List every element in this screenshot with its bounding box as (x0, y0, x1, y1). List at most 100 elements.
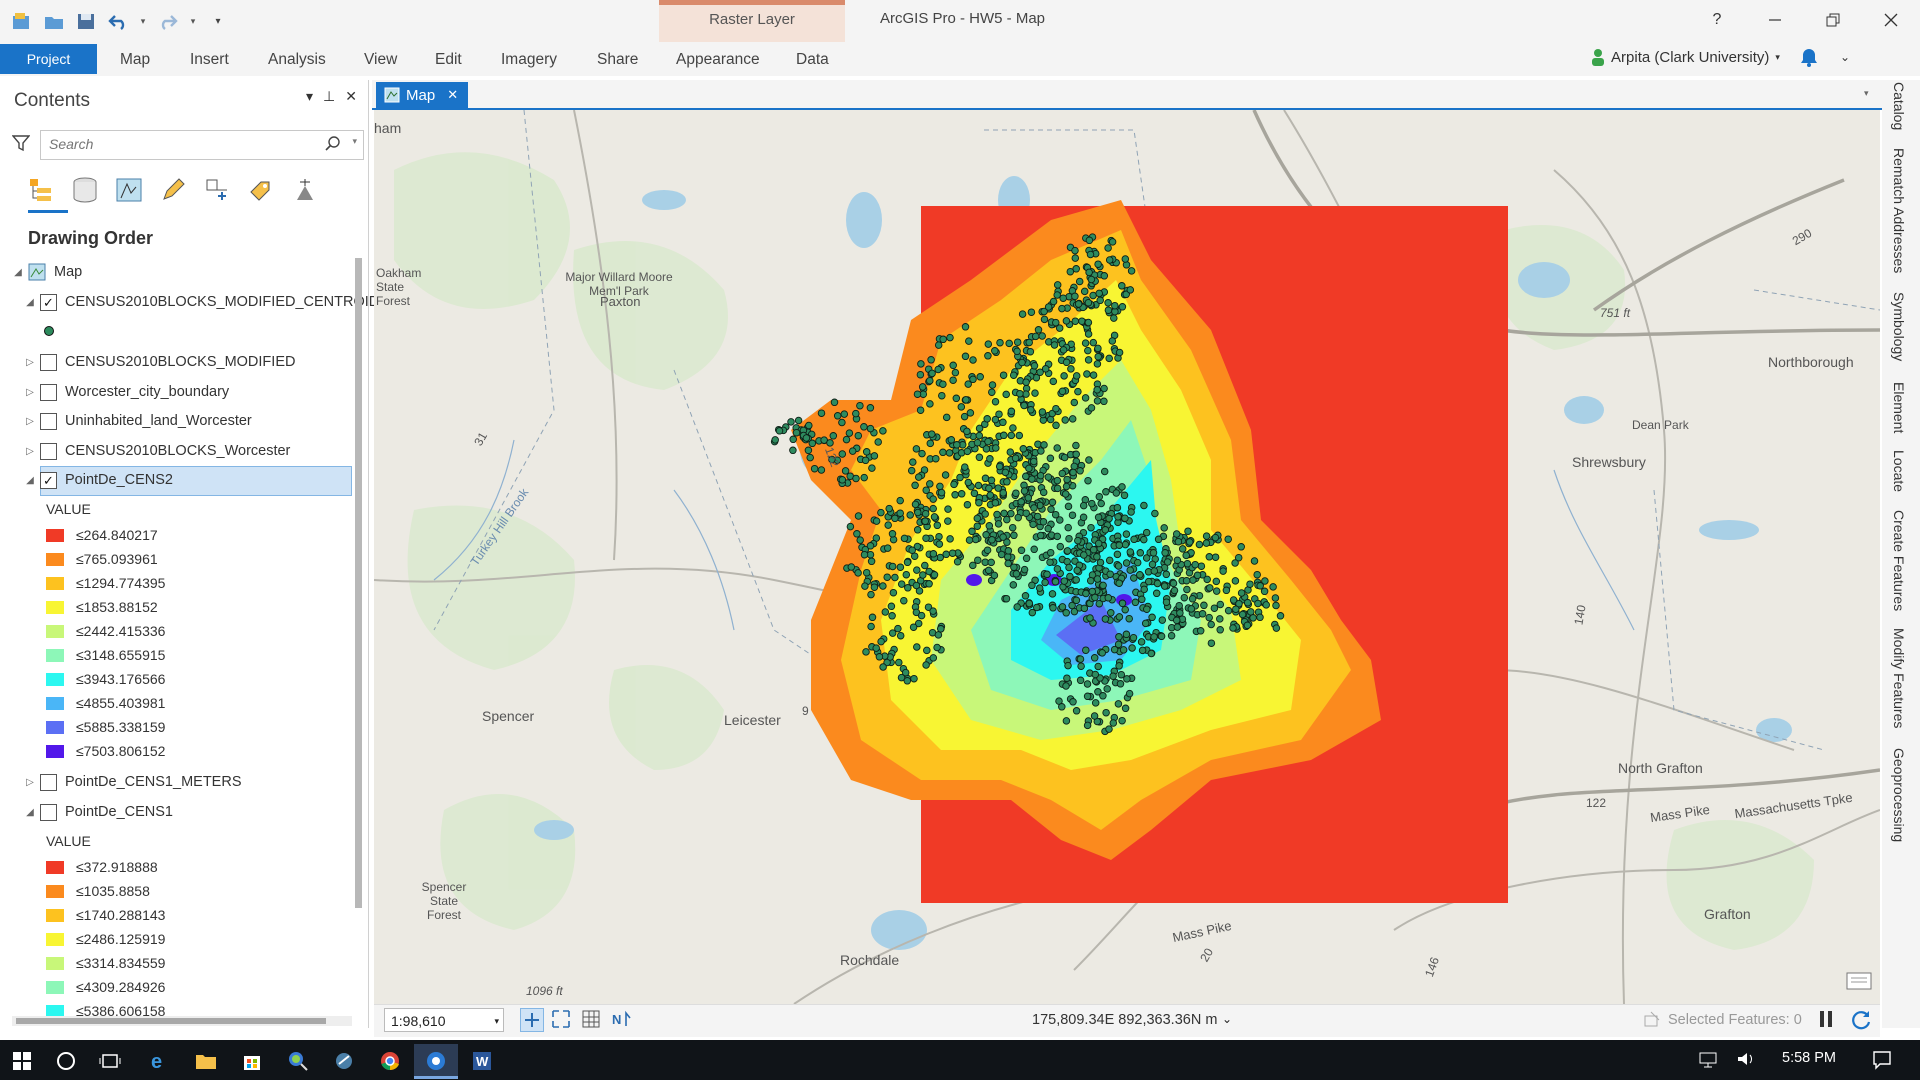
tab-share[interactable]: Share (597, 48, 638, 74)
legend-swatch[interactable] (46, 744, 64, 758)
legend-swatch[interactable] (46, 600, 64, 614)
search-dropdown-icon[interactable]: ▾ (352, 136, 357, 147)
tab-element-pane[interactable]: Element (1891, 382, 1907, 433)
tab-insert[interactable]: Insert (190, 48, 229, 74)
user-account[interactable]: Arpita (Clark University) ▾ ⌄ (1591, 46, 1850, 68)
open-project-icon[interactable] (42, 9, 66, 33)
layer-row[interactable]: ◢ ✓ CENSUS2010BLOCKS_MODIFIED_CENTROID (24, 288, 379, 316)
pause-drawing-icon[interactable] (1818, 1008, 1834, 1030)
legend-class-row[interactable]: ≤7503.806152 (46, 740, 165, 762)
scrollbar-thumb[interactable] (355, 258, 362, 908)
view-tab-dropdown-icon[interactable]: ▾ (1864, 88, 1869, 99)
legend-class-row[interactable]: ≤4855.403981 (46, 692, 165, 714)
ribbon-collapse-icon[interactable]: ⌄ (1840, 50, 1850, 64)
legend-class-row[interactable]: ≤5885.338159 (46, 716, 165, 738)
legend-swatch[interactable] (46, 908, 64, 922)
legend-class-row[interactable]: ≤765.093961 (46, 548, 158, 570)
tree-map-item[interactable]: ◢ Map (12, 258, 82, 286)
layer-row[interactable]: ▷ Worcester_city_boundary (24, 378, 229, 406)
layer-visibility-checkbox[interactable]: ✓ (40, 293, 57, 311)
tab-data[interactable]: Data (796, 48, 829, 74)
file-explorer-icon[interactable] (184, 1044, 228, 1078)
legend-class-row[interactable]: ≤3943.176566 (46, 668, 165, 690)
undo-dropdown-icon[interactable]: ▾ (138, 9, 148, 33)
legend-class-row[interactable]: ≤2442.415336 (46, 620, 165, 642)
scale-dropdown-icon[interactable]: ▾ (494, 1009, 499, 1033)
legend-swatch[interactable] (46, 884, 64, 898)
list-by-data-source-icon[interactable] (70, 175, 100, 205)
tab-locate-pane[interactable]: Locate (1891, 450, 1907, 492)
save-project-icon[interactable] (74, 9, 98, 33)
arcgis-pro-taskbar-icon[interactable] (414, 1044, 458, 1078)
legend-swatch[interactable] (46, 720, 64, 734)
north-arrow-icon[interactable]: N (610, 1008, 634, 1032)
chrome-icon[interactable] (368, 1044, 412, 1078)
list-by-selection-icon[interactable] (114, 175, 144, 205)
legend-class-row[interactable]: ≤3148.655915 (46, 644, 165, 666)
collapse-arrow-icon[interactable]: ◢ (24, 297, 36, 308)
tab-map-view[interactable]: Map ✕ (376, 82, 468, 108)
search-app-icon[interactable] (276, 1044, 320, 1078)
layer-visibility-checkbox[interactable] (40, 383, 57, 401)
layer-row[interactable]: ▷ CENSUS2010BLOCKS_MODIFIED (24, 348, 295, 376)
coordinate-format-dropdown-icon[interactable]: ⌄ (1222, 1012, 1232, 1026)
legend-class-row[interactable]: ≤1853.88152 (46, 596, 158, 618)
legend-swatch[interactable] (46, 980, 64, 994)
layer-visibility-checkbox[interactable] (40, 442, 57, 460)
tab-modify-features-pane[interactable]: Modify Features (1891, 628, 1907, 728)
legend-class-row[interactable]: ≤4309.284926 (46, 976, 165, 998)
collapse-arrow-icon[interactable]: ◢ (24, 807, 36, 818)
tab-rematch-addresses-pane[interactable]: Rematch Addresses (1891, 148, 1907, 273)
legend-swatch[interactable] (46, 576, 64, 590)
full-extent-icon[interactable] (550, 1008, 574, 1032)
redo-icon[interactable] (156, 9, 180, 33)
layer-row[interactable]: ▷ CENSUS2010BLOCKS_Worcester (24, 437, 290, 465)
legend-swatch[interactable] (46, 956, 64, 970)
search-icon[interactable] (325, 136, 341, 152)
action-center-icon[interactable] (1872, 1050, 1892, 1073)
tab-imagery[interactable]: Imagery (501, 48, 557, 74)
search-input[interactable] (47, 135, 321, 153)
map-tab-close-icon[interactable]: ✕ (447, 87, 458, 103)
legend-class-row[interactable]: ≤2486.125919 (46, 928, 165, 950)
customize-toolbar-icon[interactable]: ▾ (206, 9, 230, 33)
legend-class-row[interactable]: ≤1035.8858 (46, 880, 150, 902)
legend-swatch[interactable] (46, 860, 64, 874)
layer-visibility-checkbox[interactable] (40, 412, 57, 430)
tab-edit[interactable]: Edit (435, 48, 462, 74)
pane-menu-icon[interactable]: ▾ (306, 88, 313, 105)
filter-icon[interactable] (11, 134, 31, 155)
legend-swatch[interactable] (46, 696, 64, 710)
list-by-labeling-icon[interactable] (246, 175, 276, 205)
pin-icon[interactable]: ⊥ (323, 88, 335, 105)
tab-project[interactable]: Project (0, 44, 97, 74)
tab-map[interactable]: Map (120, 48, 150, 74)
layer-visibility-checkbox[interactable] (40, 803, 57, 821)
layer-row-selected[interactable]: ◢ ✓ PointDe_CENS2 (24, 466, 173, 494)
help-button[interactable]: ? (1688, 0, 1746, 40)
layer-row[interactable]: ◢ PointDe_CENS1 (24, 798, 173, 826)
restore-icon[interactable] (1804, 0, 1862, 40)
store-icon[interactable] (230, 1044, 274, 1078)
collapse-arrow-icon[interactable]: ◢ (12, 267, 24, 278)
volume-icon[interactable] (1736, 1050, 1756, 1068)
notifications-icon[interactable] (1846, 970, 1872, 992)
notification-bell-icon[interactable] (1798, 46, 1820, 68)
expand-arrow-icon[interactable]: ▷ (24, 387, 36, 398)
new-project-icon[interactable] (10, 9, 34, 33)
expand-arrow-icon[interactable]: ▷ (24, 446, 36, 457)
grid-icon[interactable] (580, 1008, 604, 1032)
map-canvas[interactable]: ham Paxton Oakham State Forest Major Wil… (374, 110, 1880, 1004)
tab-symbology-pane[interactable]: Symbology (1891, 292, 1907, 361)
fixed-zoom-icon[interactable] (520, 1008, 544, 1032)
list-by-snapping-icon[interactable] (202, 175, 232, 205)
collapse-arrow-icon[interactable]: ◢ (24, 475, 36, 486)
tab-create-features-pane[interactable]: Create Features (1891, 510, 1907, 611)
close-icon[interactable] (1862, 0, 1920, 40)
legend-swatch[interactable] (46, 932, 64, 946)
contents-horizontal-scrollbar[interactable] (12, 1016, 352, 1026)
search-box[interactable]: ▾ (40, 130, 364, 160)
legend-swatch[interactable] (46, 624, 64, 638)
list-by-editing-icon[interactable] (158, 175, 188, 205)
expand-arrow-icon[interactable]: ▷ (24, 416, 36, 427)
